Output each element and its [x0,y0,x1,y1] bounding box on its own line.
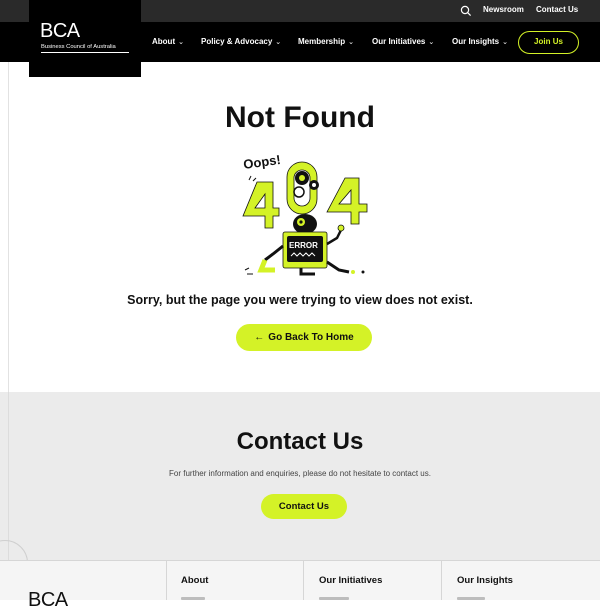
chevron-down-icon: ⌄ [348,39,354,46]
footer-divider [303,560,304,600]
contact-us-button[interactable]: Contact Us [261,494,347,519]
chevron-down-icon: ⌄ [178,39,184,46]
nav-our-insights[interactable]: Our Insights ⌄ [452,37,508,46]
nav-our-initiatives[interactable]: Our Initiatives ⌄ [372,37,434,46]
error-404-illustration: Oops! ERROR [242,152,368,276]
footer-divider [441,560,442,600]
search-icon[interactable] [460,5,472,17]
newsroom-link[interactable]: Newsroom [483,5,524,14]
chevron-down-icon: ⌄ [502,39,508,46]
svg-text:Oops!: Oops! [242,152,281,172]
chevron-down-icon: ⌄ [275,39,282,46]
contact-us-link[interactable]: Contact Us [536,5,578,14]
bca-logo[interactable]: BCA Business Council of Australia [29,0,141,77]
logo-underline [41,52,129,53]
page-title: Not Found [225,101,375,134]
not-found-message: Sorry, but the page you were trying to v… [127,293,473,307]
svg-text:ERROR: ERROR [289,241,318,250]
footer-divider [166,560,167,600]
chevron-down-icon: ⌄ [428,39,435,46]
footer-heading-our-insights: Our Insights [457,575,513,586]
arrow-left-icon: ← [254,332,265,343]
go-back-home-button[interactable]: ← Go Back To Home [236,324,372,351]
contact-description: For further information and enquiries, p… [169,469,431,478]
nav-about[interactable]: About ⌄ [152,37,184,46]
nav-membership[interactable]: Membership ⌄ [298,37,354,46]
nav-policy-advocacy[interactable]: Policy & Advocacy ⌄ [201,37,281,46]
footer-logo[interactable]: BCA [28,589,68,612]
join-us-button[interactable]: Join Us [518,31,579,54]
logo-tagline: Business Council of Australia [41,44,116,50]
footer-heading-about: About [181,575,209,586]
footer-heading-our-initiatives: Our Initiatives [319,575,383,586]
logo-wordmark: BCA [40,20,80,42]
contact-title: Contact Us [236,428,364,455]
